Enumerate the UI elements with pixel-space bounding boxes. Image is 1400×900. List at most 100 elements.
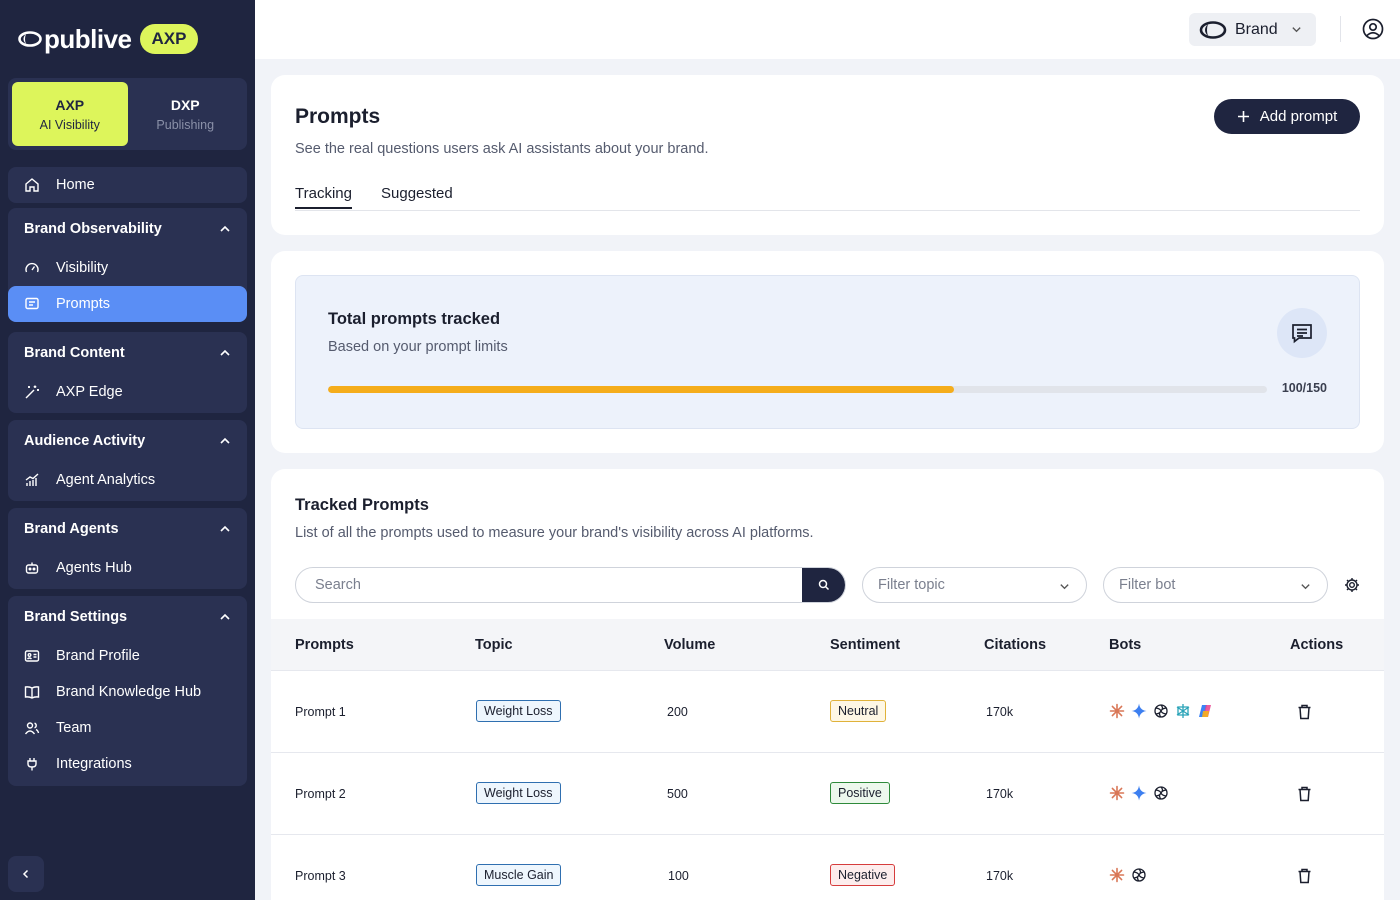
- sidebar-item-axp-edge[interactable]: AXP Edge: [8, 374, 247, 410]
- table-row[interactable]: Prompt 1 Weight Loss 200 Neutral 170k: [271, 671, 1384, 753]
- topic-tag: Weight Loss: [476, 782, 561, 804]
- chevron-down-icon: [1301, 584, 1310, 590]
- table-row[interactable]: Prompt 2 Weight Loss 500 Positive 170k: [271, 753, 1384, 835]
- topbar-divider: [1340, 16, 1341, 42]
- table-header: Prompts Topic Volume Sentiment Citations…: [271, 619, 1384, 671]
- tab-suggested[interactable]: Suggested: [381, 185, 453, 202]
- progress-track: [328, 386, 1267, 393]
- prompts-header-card: Prompts See the real questions users ask…: [271, 75, 1384, 235]
- prompt-cell: Prompt 1: [295, 705, 346, 719]
- prompt-cell: Prompt 2: [295, 787, 346, 801]
- sidebar-item-prompts[interactable]: Prompts: [8, 286, 247, 322]
- switch-axp-subtitle: AI Visibility: [39, 117, 100, 132]
- column-header-actions: Actions: [1290, 637, 1344, 653]
- volume-cell: 200: [667, 705, 688, 719]
- chevron-up-icon: [220, 349, 230, 356]
- column-header-sentiment[interactable]: Sentiment: [830, 637, 900, 653]
- sidebar: publive AXP AXP AI Visibility DXP Publis…: [0, 0, 255, 900]
- citations-cell: 170k: [986, 787, 1014, 801]
- plus-icon: [1237, 111, 1249, 122]
- trash-icon[interactable]: [1297, 786, 1312, 802]
- sidebar-item-label: Brand Profile: [56, 648, 140, 664]
- volume-cell: 500: [667, 787, 688, 801]
- group-header-brand-agents[interactable]: Brand Agents: [8, 508, 247, 550]
- citations-cell: 170k: [986, 705, 1014, 719]
- column-header-volume[interactable]: Volume: [664, 637, 715, 653]
- stat-icon-circle: [1277, 308, 1327, 358]
- add-prompt-button[interactable]: Add prompt: [1214, 99, 1360, 134]
- bots-cell: [1109, 785, 1169, 801]
- group-title: Brand Settings: [24, 609, 128, 625]
- chevron-up-icon: [220, 525, 230, 532]
- filter-topic-placeholder: Filter topic: [878, 577, 945, 593]
- group-title: Brand Observability: [24, 221, 162, 237]
- group-header-brand-observability[interactable]: Brand Observability: [8, 208, 247, 250]
- gauge-icon: [25, 262, 39, 273]
- gear-icon[interactable]: [1344, 577, 1360, 593]
- page-title: Prompts: [295, 105, 381, 128]
- sidebar-item-agent-analytics[interactable]: Agent Analytics: [8, 462, 247, 498]
- sidebar-item-brand-knowledge-hub[interactable]: Brand Knowledge Hub: [8, 674, 247, 710]
- group-header-brand-settings[interactable]: Brand Settings: [8, 596, 247, 638]
- sentiment-badge: Negative: [830, 864, 896, 886]
- chevron-left-icon: [22, 869, 29, 879]
- publive-logo-icon: [18, 31, 42, 47]
- switch-axp-title: AXP: [55, 96, 85, 113]
- brand-logo-icon: [1199, 20, 1227, 39]
- brand-selector[interactable]: Brand: [1189, 13, 1316, 46]
- sidebar-item-integrations[interactable]: Integrations: [8, 746, 247, 782]
- group-header-brand-content[interactable]: Brand Content: [8, 332, 247, 374]
- column-header-prompts[interactable]: Prompts: [295, 637, 354, 653]
- sidebar-item-agents-hub[interactable]: Agents Hub: [8, 550, 247, 586]
- id-card-icon: [24, 650, 40, 662]
- brand-selector-label: Brand: [1235, 20, 1278, 38]
- claude-icon: [1109, 785, 1125, 801]
- add-prompt-label: Add prompt: [1259, 108, 1338, 125]
- group-header-audience-activity[interactable]: Audience Activity: [8, 420, 247, 462]
- product-switcher: AXP AI Visibility DXP Publishing: [8, 78, 247, 150]
- sidebar-item-label: Prompts: [56, 296, 110, 312]
- search-icon: [818, 579, 829, 591]
- search-button[interactable]: [802, 568, 845, 602]
- home-icon: [25, 178, 39, 192]
- sidebar-item-label: Visibility: [56, 260, 109, 276]
- robot-icon: [25, 562, 39, 574]
- switch-dxp[interactable]: DXP Publishing: [128, 82, 244, 146]
- switch-dxp-subtitle: Publishing: [156, 117, 215, 132]
- gemini-icon: [1131, 785, 1147, 801]
- chatgpt-icon: [1154, 704, 1168, 718]
- copilot-icon: [1199, 705, 1211, 717]
- logo[interactable]: publive AXP: [18, 23, 199, 54]
- sidebar-item-label: Home: [56, 177, 95, 193]
- sidebar-item-label: Agent Analytics: [56, 472, 156, 488]
- sidebar-item-team[interactable]: Team: [8, 710, 247, 746]
- tab-bar: Tracking Suggested: [295, 183, 1360, 211]
- user-account-icon[interactable]: [1362, 18, 1384, 40]
- group-title: Brand Agents: [24, 521, 119, 537]
- search-input[interactable]: [296, 568, 803, 602]
- nav-group-brand-content: Brand Content AXP Edge: [8, 332, 247, 413]
- trash-icon[interactable]: [1297, 868, 1312, 884]
- logo-badge: AXP: [139, 24, 199, 54]
- nav-group-audience-activity: Audience Activity Agent Analytics: [8, 420, 247, 501]
- filter-topic-select[interactable]: Filter topic: [862, 567, 1087, 603]
- logo-text: publive: [44, 23, 132, 54]
- section-subtitle: List of all the prompts used to measure …: [295, 525, 814, 541]
- sidebar-item-brand-profile[interactable]: Brand Profile: [8, 638, 247, 674]
- sidebar-item-visibility[interactable]: Visibility: [8, 250, 247, 286]
- sentiment-badge: Neutral: [830, 700, 887, 722]
- collapse-sidebar-button[interactable]: [8, 856, 44, 892]
- analytics-icon: [25, 473, 39, 486]
- sidebar-item-home[interactable]: Home: [8, 167, 247, 203]
- tab-tracking[interactable]: Tracking: [295, 185, 352, 209]
- column-header-bots[interactable]: Bots: [1109, 637, 1141, 653]
- column-header-citations[interactable]: Citations: [984, 637, 1046, 653]
- switch-axp[interactable]: AXP AI Visibility: [12, 82, 128, 146]
- trash-icon[interactable]: [1297, 704, 1312, 720]
- claude-icon: [1109, 703, 1125, 719]
- column-header-topic[interactable]: Topic: [475, 637, 513, 653]
- filter-bot-placeholder: Filter bot: [1119, 577, 1176, 593]
- filter-bot-select[interactable]: Filter bot: [1103, 567, 1328, 603]
- chat-lines-icon: [25, 297, 39, 310]
- table-row[interactable]: Prompt 3 Muscle Gain 100 Negative 170k: [271, 835, 1384, 900]
